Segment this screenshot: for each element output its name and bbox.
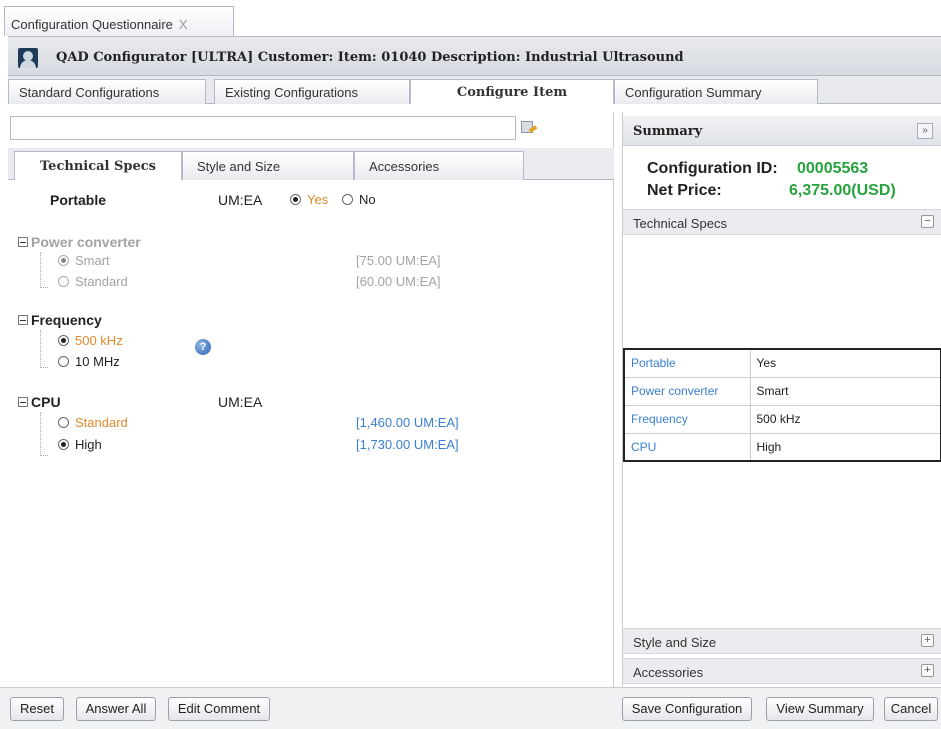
cpu-high-price: [1,730.00 UM:EA] [356, 437, 459, 452]
power-converter-standard-price: [60.00 UM:EA] [356, 274, 441, 289]
portable-uom: UM:EA [218, 192, 263, 208]
tree-connector [40, 330, 48, 368]
spec-key: CPU [624, 433, 751, 462]
edit-comment-button[interactable]: Edit Comment [168, 697, 270, 721]
net-price-label: Net Price: [647, 182, 722, 199]
section-style-and-size[interactable]: Style and Size + [623, 628, 941, 654]
window-tab-label: Configuration Questionnaire [11, 17, 173, 32]
questionnaire-panel: Technical Specs Style and Size Accessori… [8, 112, 614, 687]
button-bar: Reset Answer All Edit Comment Save Confi… [0, 687, 941, 729]
table-row: Frequency 500 kHz [624, 405, 941, 434]
table-row: Power converter Smart [624, 377, 941, 406]
title-bar: QAD Configurator [ULTRA] Customer: Item:… [8, 36, 941, 76]
table-row: CPU High [624, 433, 941, 462]
search-input[interactable] [10, 116, 516, 140]
collapse-icon[interactable]: − [921, 215, 934, 228]
collapse-icon[interactable] [18, 397, 28, 407]
tab-style-and-size[interactable]: Style and Size [182, 151, 354, 180]
expand-right-icon[interactable]: » [917, 123, 933, 139]
tab-existing-configurations[interactable]: Existing Configurations [214, 79, 410, 104]
collapse-icon[interactable] [18, 315, 28, 325]
config-id-value: 00005563 [797, 160, 869, 177]
frequency-500khz-radio[interactable]: 500 kHz [58, 333, 123, 348]
radio-empty-icon [58, 356, 69, 367]
table-row: Portable Yes [624, 349, 941, 378]
help-icon[interactable]: ? [195, 339, 211, 355]
collapse-icon[interactable] [18, 237, 28, 247]
frequency-10mhz-radio[interactable]: 10 MHz [58, 354, 120, 369]
section-accessories[interactable]: Accessories + [623, 658, 941, 684]
edit-note-icon[interactable] [516, 116, 540, 140]
spec-value: Smart [750, 377, 941, 406]
frequency-group[interactable]: Frequency [18, 312, 102, 328]
spec-value: 500 kHz [750, 405, 941, 434]
portable-yes-radio[interactable]: Yes [290, 192, 328, 207]
page-title: QAD Configurator [ULTRA] Customer: Item:… [56, 50, 684, 65]
reset-button[interactable]: Reset [10, 697, 64, 721]
radio-empty-icon [58, 417, 69, 428]
tab-standard-configurations[interactable]: Standard Configurations [8, 79, 206, 104]
tree-connector [40, 252, 48, 288]
tab-configuration-summary[interactable]: Configuration Summary [614, 79, 818, 104]
portable-no-radio[interactable]: No [342, 192, 376, 207]
sub-tab-bar: Technical Specs Style and Size Accessori… [8, 148, 614, 180]
spec-value: Yes [750, 349, 941, 378]
cpu-group[interactable]: CPU [18, 394, 61, 410]
summary-header: Summary » [623, 116, 941, 146]
power-converter-label: Power converter [31, 234, 141, 250]
spec-key: Portable [624, 349, 751, 378]
radio-selected-icon [58, 335, 69, 346]
spec-key: Power converter [624, 377, 751, 406]
window-tab-configuration-questionnaire[interactable]: Configuration Questionnaire X [4, 6, 234, 36]
close-icon[interactable]: X [179, 17, 188, 32]
spec-value: High [750, 433, 941, 462]
cpu-standard-radio[interactable]: Standard [58, 415, 128, 430]
save-configuration-button[interactable]: Save Configuration [622, 697, 752, 721]
view-summary-button[interactable]: View Summary [766, 697, 874, 721]
cancel-button[interactable]: Cancel [884, 697, 938, 721]
portable-label: Portable [50, 192, 107, 208]
radio-selected-icon [58, 255, 69, 266]
config-id-label: Configuration ID: [647, 160, 778, 177]
summary-panel: Summary » Configuration ID: 00005563 Net… [622, 112, 941, 687]
section-technical-specs[interactable]: Technical Specs − [623, 209, 941, 235]
radio-empty-icon [58, 276, 69, 287]
power-converter-smart-price: [75.00 UM:EA] [356, 253, 441, 268]
net-price-value: 6,375.00(USD) [789, 182, 896, 199]
qad-logo-icon [18, 48, 38, 68]
radio-selected-icon [290, 194, 301, 205]
cpu-high-radio[interactable]: High [58, 437, 102, 452]
tab-accessories[interactable]: Accessories [354, 151, 524, 180]
power-converter-group[interactable]: Power converter [18, 234, 141, 250]
technical-specs-table: Portable Yes Power converter Smart Frequ… [623, 348, 941, 462]
frequency-label: Frequency [31, 312, 102, 328]
expand-icon[interactable]: + [921, 634, 934, 647]
tab-technical-specs[interactable]: Technical Specs [14, 151, 182, 180]
tab-configure-item[interactable]: Configure Item [410, 79, 614, 104]
cpu-uom: UM:EA [218, 394, 263, 410]
radio-selected-icon [58, 439, 69, 450]
expand-icon[interactable]: + [921, 664, 934, 677]
radio-empty-icon [342, 194, 353, 205]
cpu-label: CPU [31, 394, 61, 410]
power-converter-smart-radio: Smart [58, 253, 110, 268]
power-converter-standard-radio: Standard [58, 274, 128, 289]
answer-all-button[interactable]: Answer All [76, 697, 156, 721]
main-tab-bar: Standard Configurations Existing Configu… [8, 76, 941, 104]
spec-key: Frequency [624, 405, 751, 434]
tree-connector [40, 412, 48, 456]
cpu-standard-price: [1,460.00 UM:EA] [356, 415, 459, 430]
summary-title: Summary [633, 124, 703, 139]
